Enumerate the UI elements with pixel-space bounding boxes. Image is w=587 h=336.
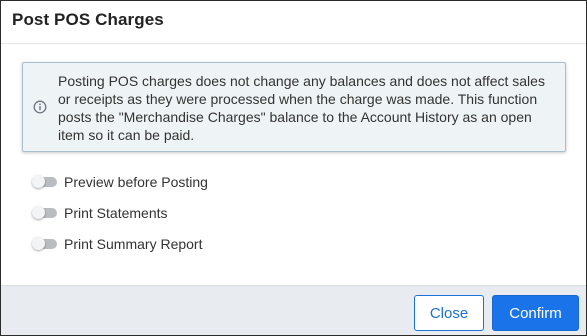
print-statements-label: Print Statements	[64, 205, 168, 221]
preview-before-posting-label: Preview before Posting	[64, 174, 208, 190]
print-summary-report-label: Print Summary Report	[64, 236, 203, 252]
dialog-footer: Close Confirm	[1, 285, 586, 335]
info-circle-icon	[33, 100, 47, 114]
info-message-text: Posting POS charges does not change any …	[58, 73, 545, 143]
dialog-header: Post POS Charges	[1, 1, 586, 44]
toggle-row-print-statements[interactable]: Print Statements	[32, 203, 168, 223]
dialog-title: Post POS Charges	[12, 10, 164, 29]
close-button[interactable]: Close	[414, 295, 484, 331]
toggle-row-preview-before-posting[interactable]: Preview before Posting	[32, 172, 208, 192]
print-summary-report-toggle[interactable]	[32, 237, 57, 250]
preview-before-posting-toggle[interactable]	[32, 175, 57, 188]
confirm-button[interactable]: Confirm	[492, 295, 579, 331]
info-message-box: Posting POS charges does not change any …	[22, 62, 566, 152]
print-statements-toggle[interactable]	[32, 206, 57, 219]
toggle-row-print-summary-report[interactable]: Print Summary Report	[32, 234, 203, 254]
post-pos-charges-dialog: Post POS Charges Posting POS charges doe…	[0, 0, 587, 336]
